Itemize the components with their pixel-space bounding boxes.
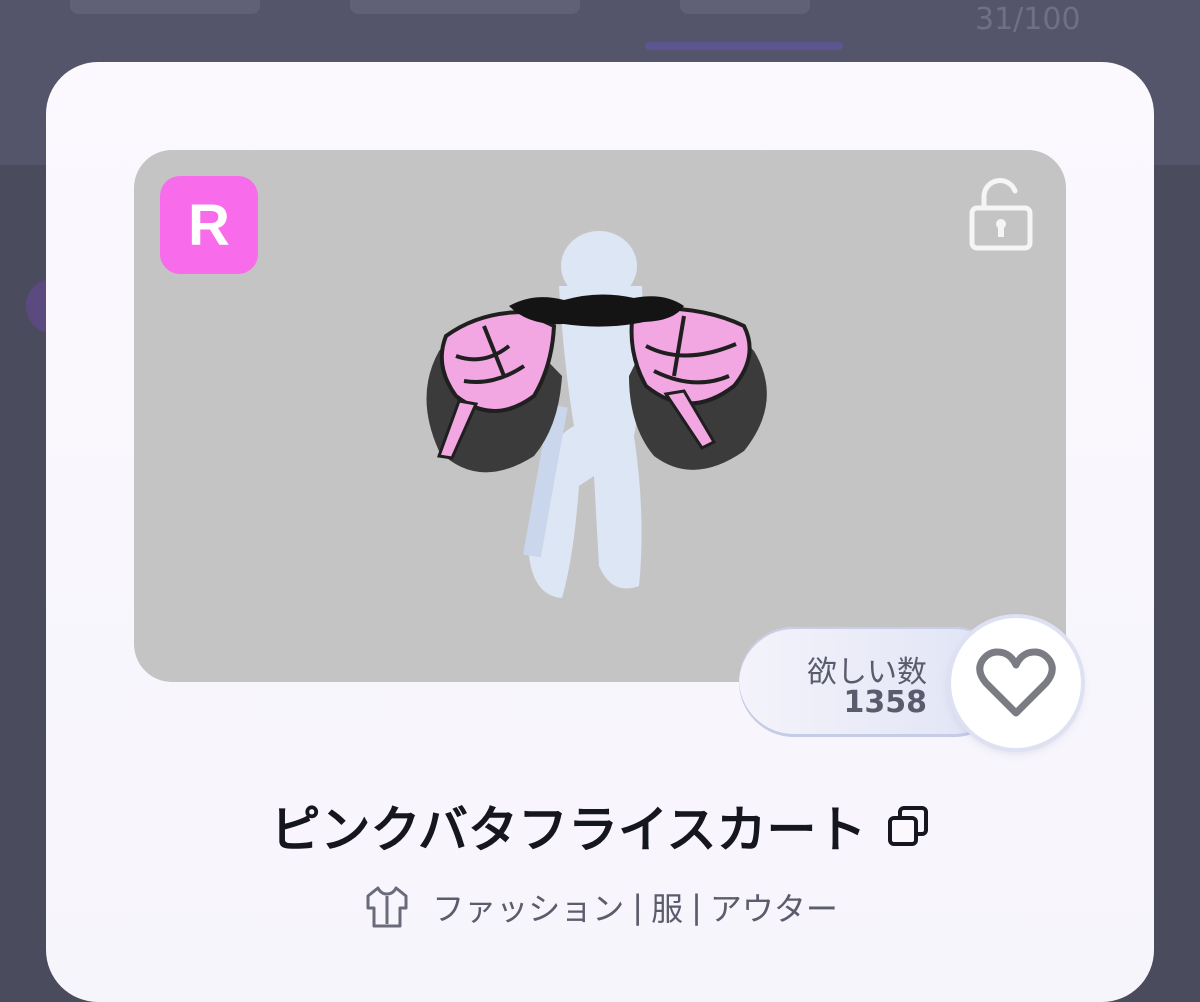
item-preview: R: [134, 150, 1066, 682]
background-tab-1: [70, 0, 260, 28]
category-separator: |: [691, 888, 702, 926]
item-name: ピンクバタフライスカート: [270, 801, 867, 859]
unlock-icon[interactable]: [960, 174, 1042, 256]
shirt-icon: [366, 886, 408, 928]
item-category-row: ファッション | 服 | アウター: [46, 882, 1154, 932]
category-clothes: 服: [651, 890, 684, 928]
item-detail-card: R 欲しい数 1358 ピンクバタフライスカート ファッション | 服 | アウ…: [46, 62, 1154, 1002]
butterfly-skirt-image: [426, 231, 767, 598]
category-outer: アウター: [709, 890, 838, 928]
heart-outline-icon: [976, 648, 1056, 717]
wish-count-value: 1358: [843, 685, 928, 720]
category-fashion: ファッション: [432, 890, 625, 928]
background-tab-indicator: [645, 42, 843, 50]
background-tab-2: [350, 0, 580, 28]
category-separator: |: [632, 888, 644, 926]
wishlist-button[interactable]: [951, 618, 1081, 748]
collection-counter: 31/100: [975, 2, 1081, 37]
copy-icon[interactable]: [886, 804, 930, 848]
background-tab-3: [680, 0, 810, 28]
rarity-badge: R: [160, 176, 258, 274]
item-title-row: ピンクバタフライスカート: [46, 790, 1154, 862]
